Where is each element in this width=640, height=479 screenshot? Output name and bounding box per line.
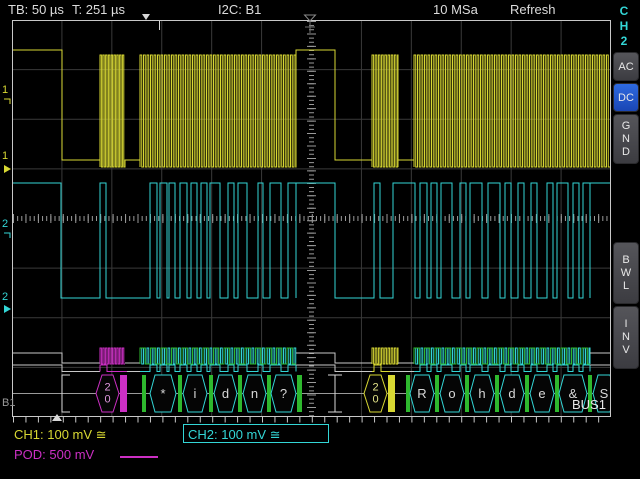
data-frame-char: *	[160, 386, 165, 401]
ch2-scale-label: CH2: 100 mV ≅	[188, 427, 281, 442]
sample-rate-readout: 10 MSa	[433, 2, 478, 17]
data-frame-char: R	[417, 386, 426, 401]
frame-reference-marker	[52, 414, 62, 421]
trace-pod-d0-sda	[414, 365, 590, 372]
pod-scale-readout[interactable]: POD: 500 mV	[14, 447, 94, 462]
ch1-position-marker-label: 1	[2, 151, 8, 162]
coupling-ac-label: AC	[618, 61, 633, 73]
address-digit: 2	[372, 382, 378, 394]
ack-bar	[142, 375, 146, 412]
data-frame-char: i	[194, 386, 197, 401]
trigger-time-readout: T: 251 µs	[72, 2, 125, 17]
bus-decode-row: 20*idn?20Rohde&S	[13, 375, 615, 412]
bus-row-label: B1	[2, 397, 15, 409]
traces	[12, 50, 610, 372]
ch2-trigger-level-icon[interactable]	[4, 233, 10, 238]
timebase-readout: TB: 50 µs	[8, 2, 64, 17]
data-frame-char: o	[448, 386, 455, 401]
acquisition-mode-readout: Refresh	[510, 2, 556, 17]
ack-bar	[238, 375, 242, 412]
address-digit: 2	[104, 382, 110, 394]
invert-label: INV	[620, 318, 632, 357]
coupling-ac-button[interactable]: AC	[613, 52, 639, 81]
trace-pod-d1-scl	[372, 348, 398, 364]
ack-bar	[297, 375, 302, 412]
coupling-dc-button[interactable]: DC	[613, 83, 639, 112]
trace-pod-d1-scl	[100, 348, 125, 364]
ch1-scale-readout[interactable]: CH1: 100 mV ≅	[14, 427, 107, 443]
ch1-position-arrow-icon[interactable]	[4, 165, 11, 173]
address-stop-bar	[120, 375, 127, 412]
coupling-dc-label: DC	[618, 92, 634, 104]
address-digit: 0	[104, 394, 110, 406]
trace-pod-d0-sda	[372, 365, 390, 372]
ch2-scale-readout-selected[interactable]: CH2: 100 mV ≅	[183, 424, 329, 443]
bus-name-label: BUS1	[572, 397, 606, 412]
trace-pod-d0-sda	[12, 365, 100, 372]
ack-bar	[495, 375, 499, 412]
trace-pod-d1-scl	[12, 353, 100, 363]
sidebar-channel-title: CH2	[617, 4, 631, 49]
ack-bar	[406, 375, 410, 412]
ch2-position-arrow-icon[interactable]	[4, 305, 11, 313]
trace-pod-d0-sda	[140, 365, 296, 372]
ch2-trigger-marker-label: 2	[2, 219, 8, 230]
data-frame-char: d	[222, 386, 229, 401]
ch1-trigger-marker-label: 1	[2, 85, 8, 96]
data-frame-char: n	[251, 386, 258, 401]
trace-pod-d1-scl	[140, 348, 296, 364]
ch1-trigger-level-icon[interactable]	[4, 99, 10, 104]
ack-bar	[435, 375, 439, 412]
data-frame-char: ?	[280, 386, 287, 401]
data-frame-char: h	[478, 386, 485, 401]
ack-bar	[525, 375, 529, 412]
invert-button[interactable]: INV	[613, 306, 639, 369]
ch2-position-marker-label: 2	[2, 292, 8, 303]
coupling-gnd-button[interactable]: GND	[613, 114, 639, 164]
ack-bar	[465, 375, 469, 412]
trigger-time-marker	[142, 14, 160, 30]
bandwidth-limit-button[interactable]: BWL	[613, 242, 639, 304]
data-frame-char: e	[538, 386, 545, 401]
bus-mode-readout: I2C: B1	[218, 2, 261, 17]
address-digit: 0	[372, 394, 378, 406]
trace-pod-d0-sda	[100, 365, 127, 372]
waveform-display: 20*idn?20Rohde&S	[0, 0, 640, 479]
coupling-gnd-label: GND	[620, 120, 632, 159]
oscilloscope-screen: { "topbar": { "timebase": "TB: 50 µs", "…	[0, 0, 640, 479]
ack-bar	[555, 375, 559, 412]
pod-trace-style-line	[120, 456, 158, 458]
address-stop-bar	[388, 375, 395, 412]
ack-bar	[178, 375, 182, 412]
bandwidth-limit-label: BWL	[620, 254, 632, 293]
ack-bar	[267, 375, 271, 412]
ack-bar	[209, 375, 213, 412]
data-frame-char: d	[508, 386, 515, 401]
